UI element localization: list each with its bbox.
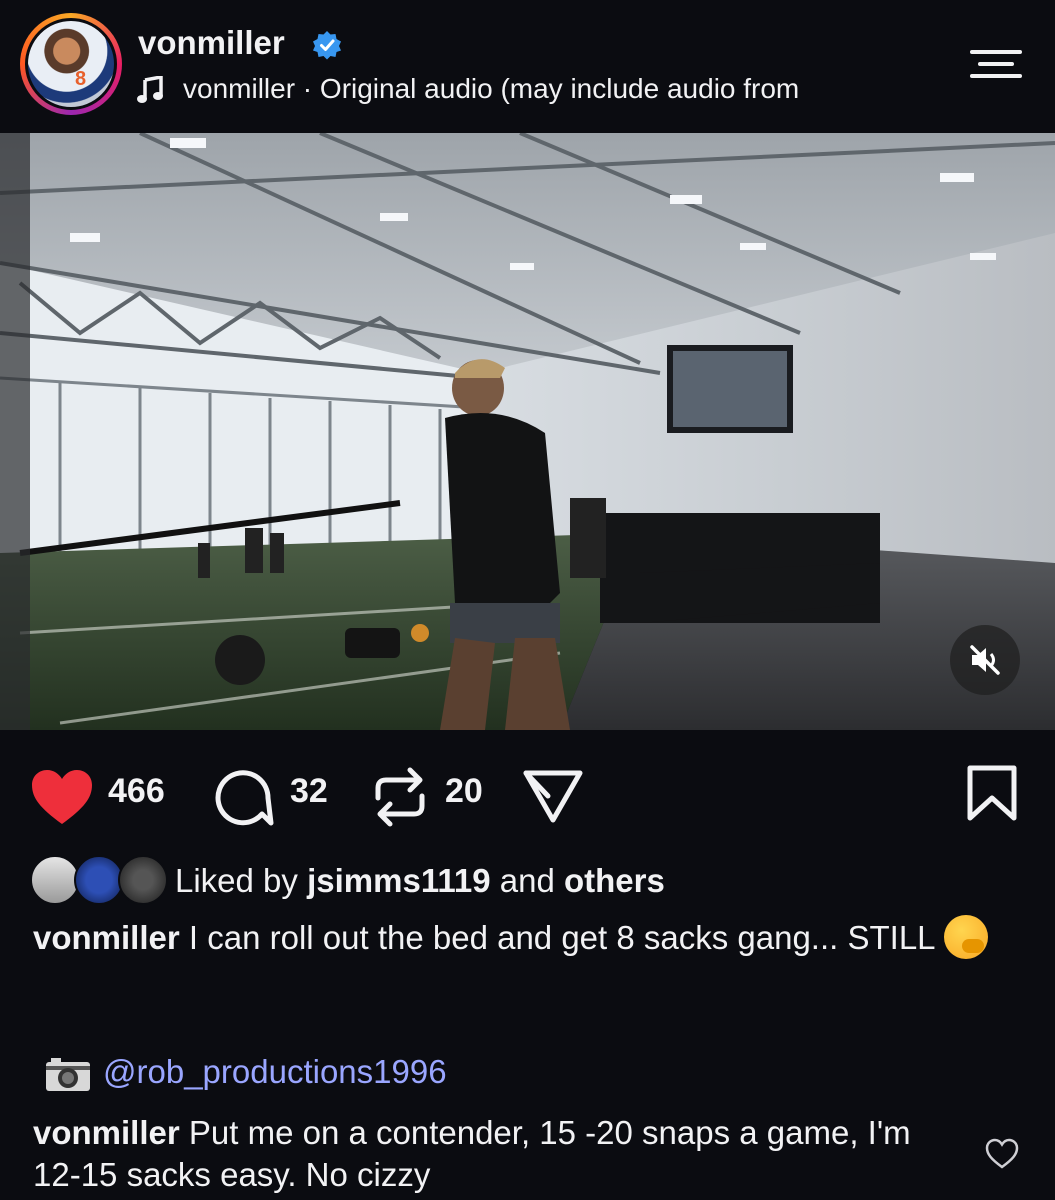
action-bar: 466 32 20: [0, 760, 1055, 830]
comments-count[interactable]: 32: [290, 772, 328, 811]
reposts-count[interactable]: 20: [445, 772, 483, 811]
avatar: [74, 855, 124, 905]
mute-button[interactable]: [950, 625, 1020, 695]
menu-icon[interactable]: [968, 48, 1024, 80]
comment-icon[interactable]: [214, 768, 274, 828]
liked-by-middle: and: [490, 862, 564, 899]
likes-count[interactable]: 466: [108, 772, 165, 811]
repost-icon[interactable]: [370, 766, 430, 828]
heart-outline-icon[interactable]: [985, 1138, 1019, 1170]
avatar[interactable]: [25, 18, 117, 110]
camera-icon: [46, 1058, 90, 1091]
share-icon[interactable]: [522, 768, 584, 824]
verified-icon: [313, 31, 341, 60]
music-note-icon: [137, 76, 163, 103]
avatar: [30, 855, 80, 905]
caption-text: I can roll out the bed and get 8 sacks g…: [179, 919, 936, 956]
post-username[interactable]: vonmiller: [138, 24, 285, 62]
liked-by-avatars[interactable]: [30, 855, 170, 907]
bookmark-icon[interactable]: [966, 764, 1018, 822]
caption-username[interactable]: vonmiller: [33, 919, 180, 956]
comment: vonmiller Put me on a contender, 15 -20 …: [33, 1112, 933, 1196]
avatar: [118, 855, 168, 905]
post-header: 8 vonmiller vonmiller · Original audio (…: [0, 0, 1055, 133]
audio-attribution[interactable]: vonmiller · Original audio (may include …: [183, 73, 913, 105]
liked-by-prefix: Liked by: [175, 862, 308, 899]
comment-username[interactable]: vonmiller: [33, 1114, 180, 1151]
profile-avatar-ring[interactable]: 8: [20, 13, 122, 115]
avatar-jersey-number: 8: [75, 68, 87, 90]
heart-icon[interactable]: [30, 768, 94, 826]
liked-by-user[interactable]: jsimms1119: [307, 862, 491, 899]
liked-by-text: Liked by jsimms1119 and others: [175, 862, 665, 900]
video-frame: [0, 133, 1055, 730]
video-player[interactable]: [0, 133, 1055, 730]
mute-icon: [970, 645, 1000, 675]
liked-by-others[interactable]: others: [564, 862, 665, 899]
photo-credit-handle[interactable]: @rob_productions1996: [103, 1053, 447, 1091]
yawning-face-emoji-icon: [943, 915, 988, 959]
post-caption: vonmiller I can roll out the bed and get…: [33, 915, 993, 959]
